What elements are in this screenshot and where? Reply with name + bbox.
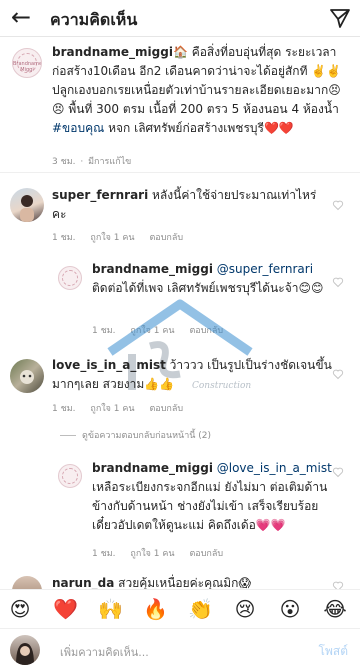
send-icon[interactable] [328,6,352,30]
divider [0,172,360,173]
reply-username[interactable]: brandname_miggi [92,461,213,475]
caption-time: 3 ชม. [52,157,76,167]
edited-label: มีการแก้ไข [88,157,132,167]
reply-button[interactable]: ตอบกลับ [189,326,223,336]
caption-meta: 3 ชม. · มีการแก้ไข [52,157,132,167]
surprised-face-emoji[interactable]: 😮 [278,598,302,620]
header: ← ความคิดเห็น [0,0,360,37]
reply-button[interactable]: ตอบกลับ [189,549,223,559]
likes-count[interactable]: ถูกใจ 1 คน [130,326,174,336]
likes-count[interactable]: ถูกใจ 1 คน [90,404,134,414]
likes-count[interactable]: ถูกใจ 1 คน [130,549,174,559]
mention-link[interactable]: @super_fernrari [213,262,313,276]
like-heart-icon[interactable] [332,199,344,211]
dash-line [60,435,76,436]
caption-username[interactable]: brandname_miggi [52,45,173,59]
reply-time: 1 ชม. [92,549,116,559]
crying-face-emoji[interactable]: 😢 [233,598,257,620]
comment-meta: 1 ชม. ถูกใจ 1 คน ตอบกลับ [52,230,195,244]
heart-eyes-emoji[interactable]: 😍 [8,598,32,620]
comment-input-bar: เพิ่มความคิดเห็น... โพสต์ [0,628,360,672]
avatar[interactable] [58,464,82,488]
avatar-logo-text: Brandname Miggi [13,60,42,73]
reply-button[interactable]: ตอบกลับ [149,404,183,414]
like-heart-icon[interactable] [332,466,344,478]
avatar[interactable] [10,188,44,222]
red-heart-emoji[interactable]: ❤️ [53,598,78,620]
comment-text: super_fernrari หลังนี้ค่าใช้จ่ายประมาณเท… [52,188,317,221]
emoji-reaction-bar: 😍 ❤️ 🙌 🔥 👏 😢 😮 😂 [0,589,360,626]
like-heart-icon[interactable] [332,368,344,380]
avatar[interactable]: Brandname Miggi [12,48,42,78]
reply-time: 1 ชม. [92,326,116,336]
comment-meta: 1 ชม. ถูกใจ 1 คน ตอบกลับ [52,401,195,415]
reply-text: brandname_miggi @love_is_in_a_mist เหลือ… [92,461,336,532]
comment-username[interactable]: narun_da [52,576,114,590]
mention-link[interactable]: @love_is_in_a_mist [213,461,332,475]
avatar[interactable] [10,359,44,393]
post-button[interactable]: โพสต์ [319,642,348,661]
reply-text: brandname_miggi @super_fernrari ติดต่อได… [92,262,324,295]
page-title: ความคิดเห็น [50,10,138,29]
fire-emoji[interactable]: 🔥 [143,598,168,620]
comment-text: love_is_in_a_mist ว้าววว เป็นรูปเป็นร่าง… [52,358,332,391]
avatar [10,635,40,665]
reply-username[interactable]: brandname_miggi [92,262,213,276]
raised-hands-emoji[interactable]: 🙌 [98,598,123,620]
comment-username[interactable]: super_fernrari [52,188,148,202]
reply-button[interactable]: ตอบกลับ [149,233,183,243]
back-arrow-icon[interactable]: ← [8,4,34,30]
comment-input[interactable]: เพิ่มความคิดเห็น... [60,643,149,661]
caption-text: brandname_miggi🏠 คือสิ่งที่อบอุ่นที่สุด … [52,45,343,135]
reply-meta: 1 ชม. ถูกใจ 1 คน ตอบกลับ [92,546,235,560]
likes-count[interactable]: ถูกใจ 1 คน [90,233,134,243]
comment-username[interactable]: love_is_in_a_mist [52,358,166,372]
comment-time: 1 ชม. [52,404,76,414]
view-previous-replies[interactable]: ดูข้อความตอบกลับก่อนหน้านี้ (2) [60,428,211,442]
like-heart-icon[interactable] [332,276,344,288]
tears-of-joy-emoji[interactable]: 😂 [323,598,347,620]
hashtag-link[interactable]: #ขอบคุณ [52,121,104,135]
reply-meta: 1 ชม. ถูกใจ 1 คน ตอบกลับ [92,323,235,337]
avatar[interactable] [58,266,82,290]
comment-time: 1 ชม. [52,233,76,243]
clapping-hands-emoji[interactable]: 👏 [188,598,213,620]
